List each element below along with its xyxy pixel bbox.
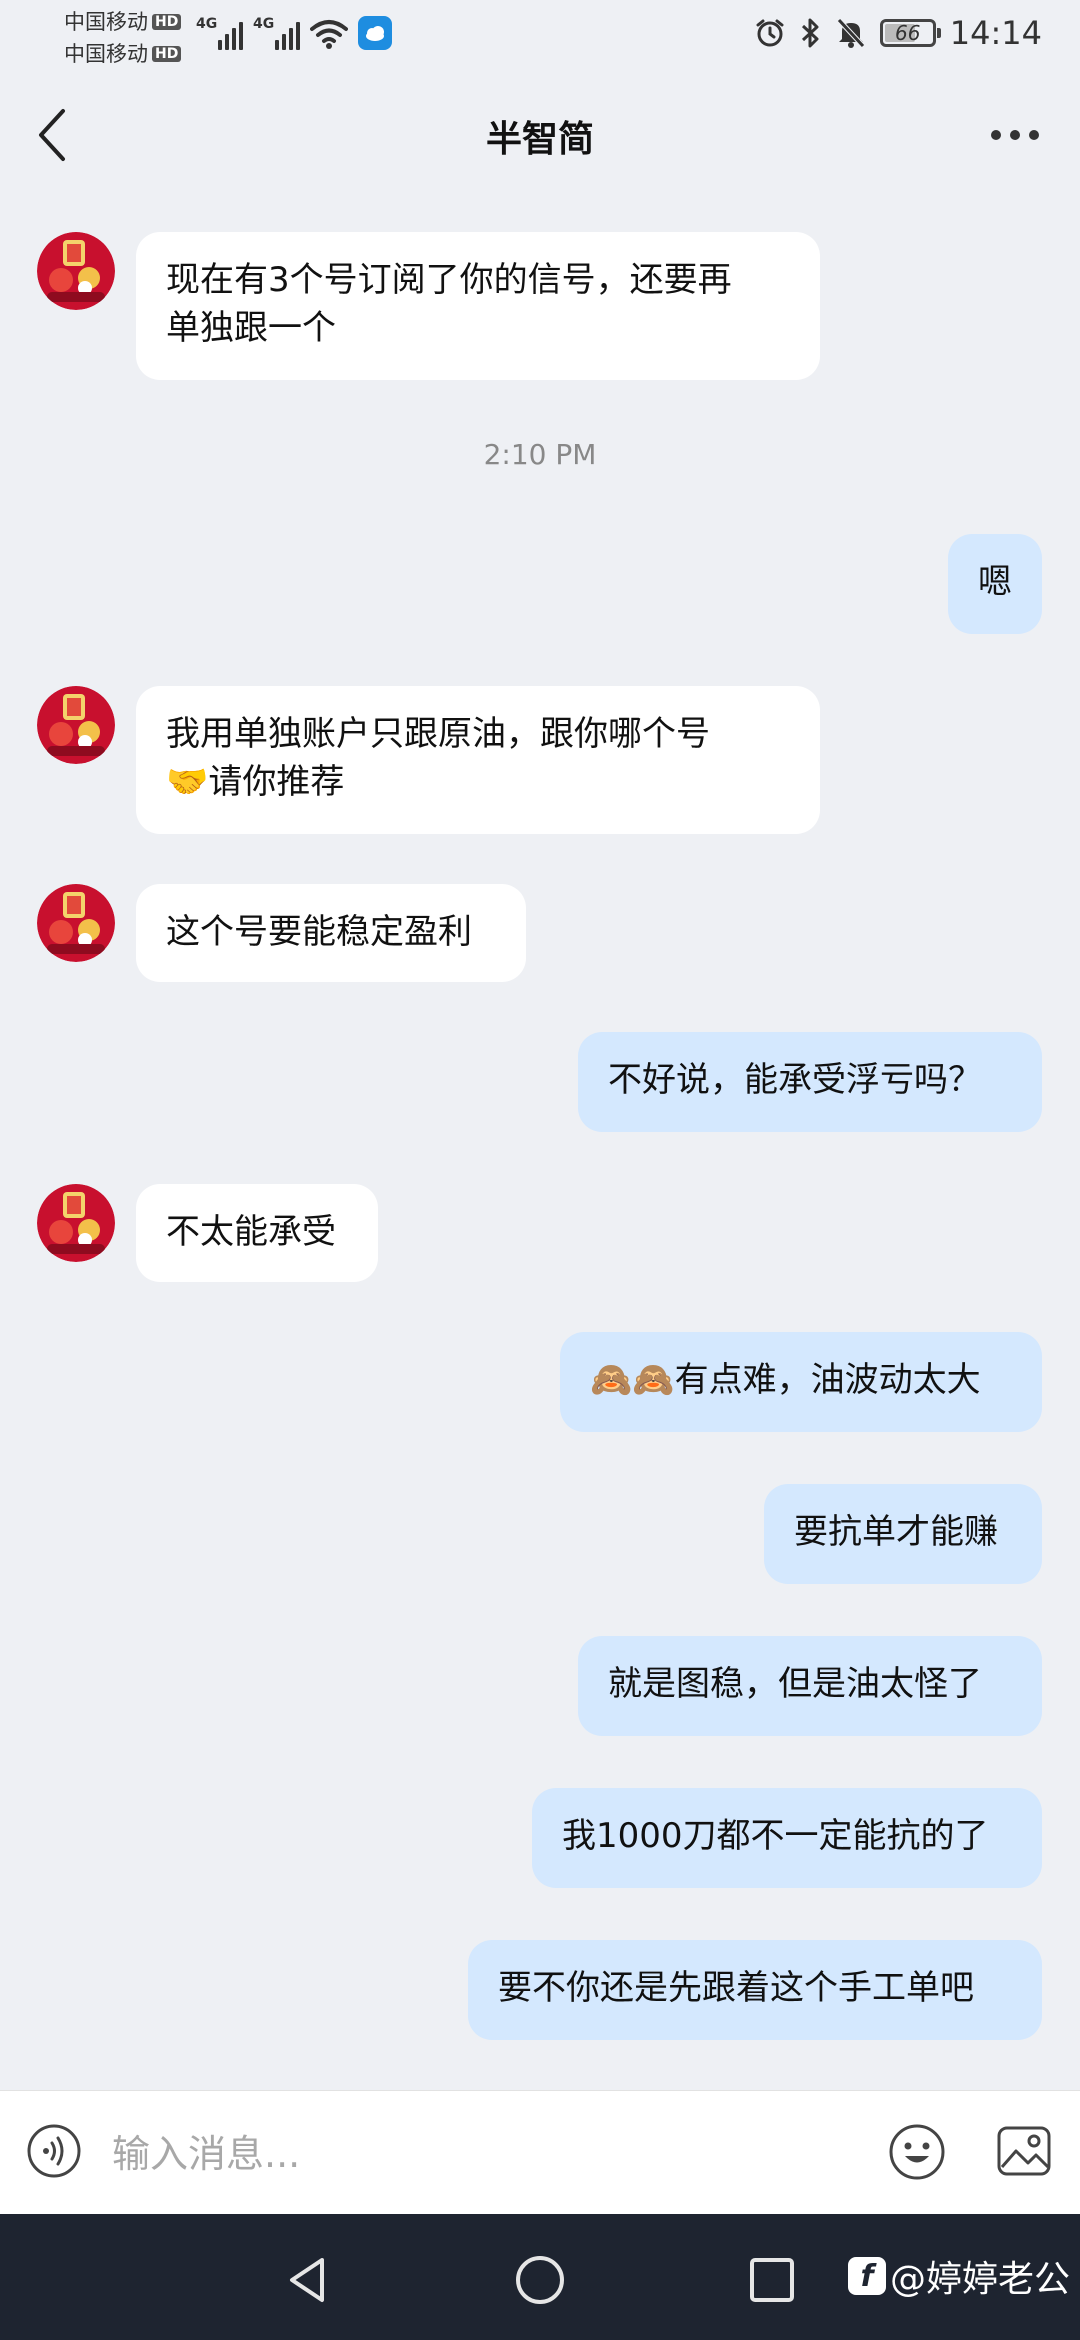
image-button[interactable] [996,2123,1052,2179]
alarm-icon [756,19,784,47]
message-text: 不太能承受 [166,1212,336,1252]
nav-recent-icon [750,2258,794,2302]
battery-icon: 66 [879,19,941,47]
clock: 14:14 [949,14,1042,52]
message-text: 单独跟一个 [166,308,336,348]
status-bar: 中国移动 HD 中国移动 HD 4G 4G 66 14:14 [0,0,1080,80]
watermark-text: @婷婷老公 [889,2259,1070,2300]
weather-app-icon [358,16,392,50]
avatar[interactable] [37,232,115,310]
bluetooth-icon [801,18,819,48]
message-list[interactable]: 现在有3个号订阅了你的信号，还要再 单独跟一个 嗯 我用单独账户只跟原油，跟你哪… [0,190,1080,2090]
mute-icon [836,18,865,48]
network-type-label: 4G [196,16,218,32]
network-type-label: 4G [253,16,275,32]
message-bubble-outgoing[interactable]: 要不你还是先跟着这个手工单吧 [468,1940,1042,2040]
nav-back-button[interactable] [280,2252,336,2308]
avatar[interactable] [37,686,115,764]
message-bubble-incoming[interactable]: 不太能承受 [136,1184,378,1282]
more-dots-icon [991,130,1001,140]
voice-input-button[interactable] [26,2123,82,2179]
avatar[interactable] [37,1184,115,1262]
message-bubble-outgoing[interactable]: 嗯 [948,534,1042,634]
message-text: 不好说，能承受浮亏吗？ [608,1060,982,1100]
signal-icon: 4G [196,16,243,50]
battery-level: 66 [895,21,921,45]
message-text: 要不你还是先跟着这个手工单吧 [498,1968,974,2008]
message-bubble-incoming[interactable]: 现在有3个号订阅了你的信号，还要再 单独跟一个 [136,232,820,380]
message-text: 就是图稳，但是油太怪了 [608,1664,982,1704]
hd-badge: HD [152,14,182,30]
carrier-1-label: 中国移动 [64,10,148,34]
nav-recent-button[interactable] [744,2252,800,2308]
message-text: 我1000刀都不一定能抗的了 [562,1816,989,1856]
nav-home-icon [516,2256,564,2304]
message-text: 这个号要能稳定盈利 [166,912,472,952]
message-text: 🤝请你推荐 [166,762,345,802]
chat-header: 半智简 [0,80,1080,190]
more-options-button[interactable] [980,110,1050,160]
message-text: 现在有3个号订阅了你的信号，还要再 [166,260,732,300]
nav-home-button[interactable] [512,2252,568,2308]
emoji-icon [889,2124,945,2180]
message-bubble-outgoing[interactable]: 🙈🙈有点难，油波动太大 [560,1332,1042,1432]
message-bubble-incoming[interactable]: 这个号要能稳定盈利 [136,884,526,982]
voice-icon [27,2124,81,2178]
message-text: 要抗单才能赚 [794,1512,998,1552]
message-text: 🙈🙈有点难，油波动太大 [590,1360,981,1400]
watermark-logo-icon: f [847,2257,886,2295]
message-bubble-outgoing[interactable]: 不好说，能承受浮亏吗？ [578,1032,1042,1132]
page-title: 半智简 [485,119,594,160]
hd-badge: HD [152,46,182,62]
image-icon [997,2126,1051,2176]
message-input[interactable] [110,2113,874,2195]
signal-icon: 4G [253,16,300,50]
message-timestamp: 2:10 PM [483,438,597,471]
carrier-2-label: 中国移动 [64,42,148,66]
watermark: f @婷婷老公 [847,2250,1070,2302]
message-text: 嗯 [978,562,1012,602]
message-bubble-incoming[interactable]: 我用单独账户只跟原油，跟你哪个号 🤝请你推荐 [136,686,820,834]
avatar[interactable] [37,884,115,962]
wifi-icon [310,20,348,49]
nav-back-icon [290,2258,324,2302]
carrier-info: 中国移动 HD 中国移动 HD [64,6,182,70]
emoji-button[interactable] [888,2123,946,2181]
message-bubble-outgoing[interactable]: 就是图稳，但是油太怪了 [578,1636,1042,1736]
message-bubble-outgoing[interactable]: 要抗单才能赚 [764,1484,1042,1584]
message-input-bar [0,2090,1080,2215]
message-text: 我用单独账户只跟原油，跟你哪个号 [166,714,710,754]
system-nav-bar: f @婷婷老公 [0,2214,1080,2340]
message-bubble-outgoing[interactable]: 我1000刀都不一定能抗的了 [532,1788,1042,1888]
